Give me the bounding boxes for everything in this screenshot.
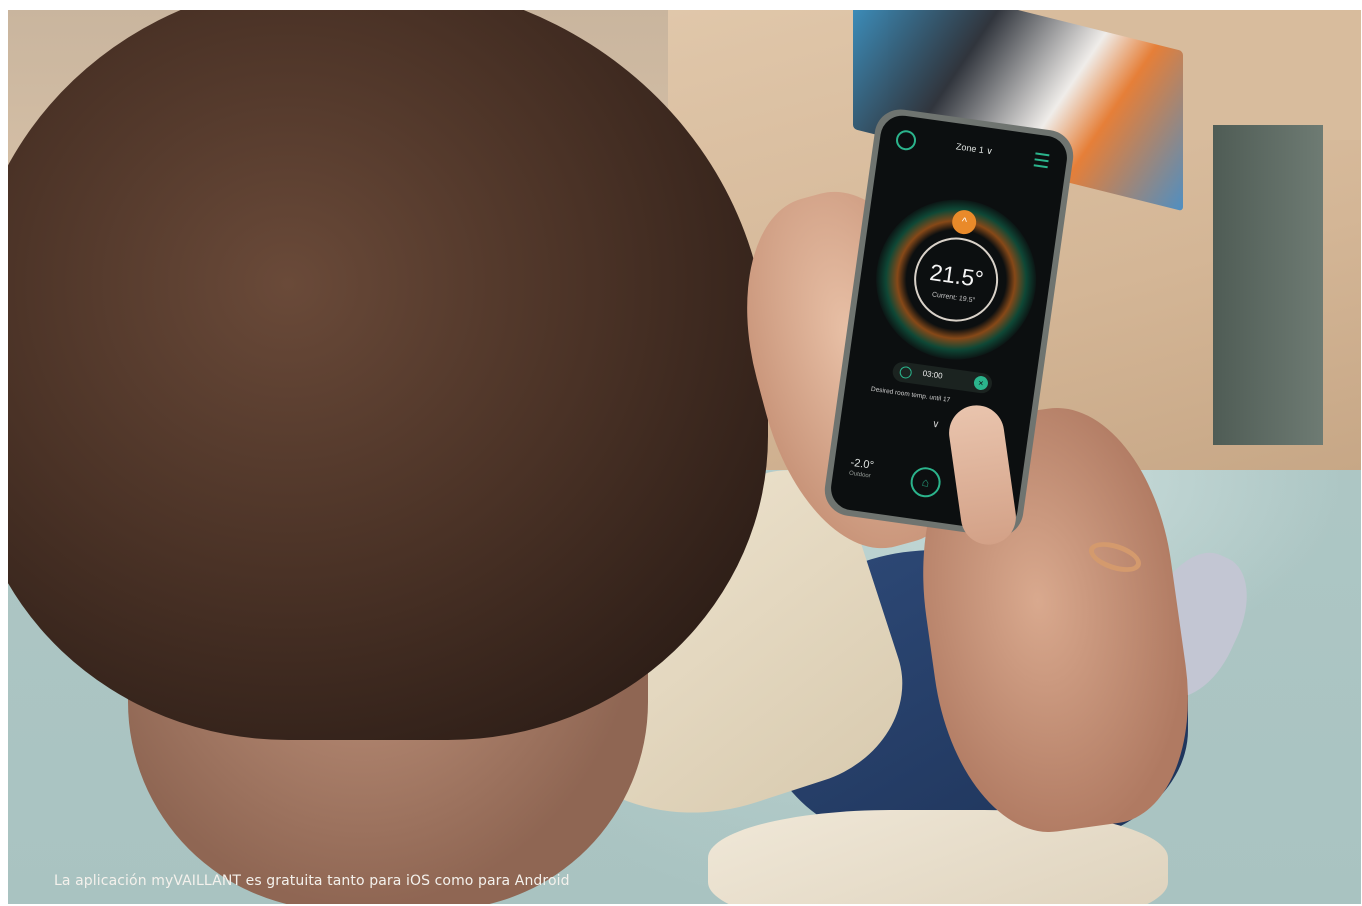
woman-hair [8,10,768,740]
photo-frame [8,10,1361,904]
timer-icon [898,365,913,380]
timer-value: 03:00 [922,368,944,381]
close-icon[interactable]: × [973,375,989,391]
photo-caption: La aplicación myVAILLANT es gratuita tan… [54,873,570,889]
outdoor-temperature: -2.0° [849,456,875,472]
home-icon[interactable]: ⌂ [908,465,943,500]
down-chevron-icon[interactable]: ∨ [924,414,947,437]
desired-temp-text: Desired room temp. until 17 [870,385,951,404]
outdoor-label: Outdoor [848,470,871,480]
timer-pill[interactable]: 03:00 × [891,360,994,395]
menu-icon[interactable] [1033,152,1050,169]
table-leg [1213,125,1323,445]
